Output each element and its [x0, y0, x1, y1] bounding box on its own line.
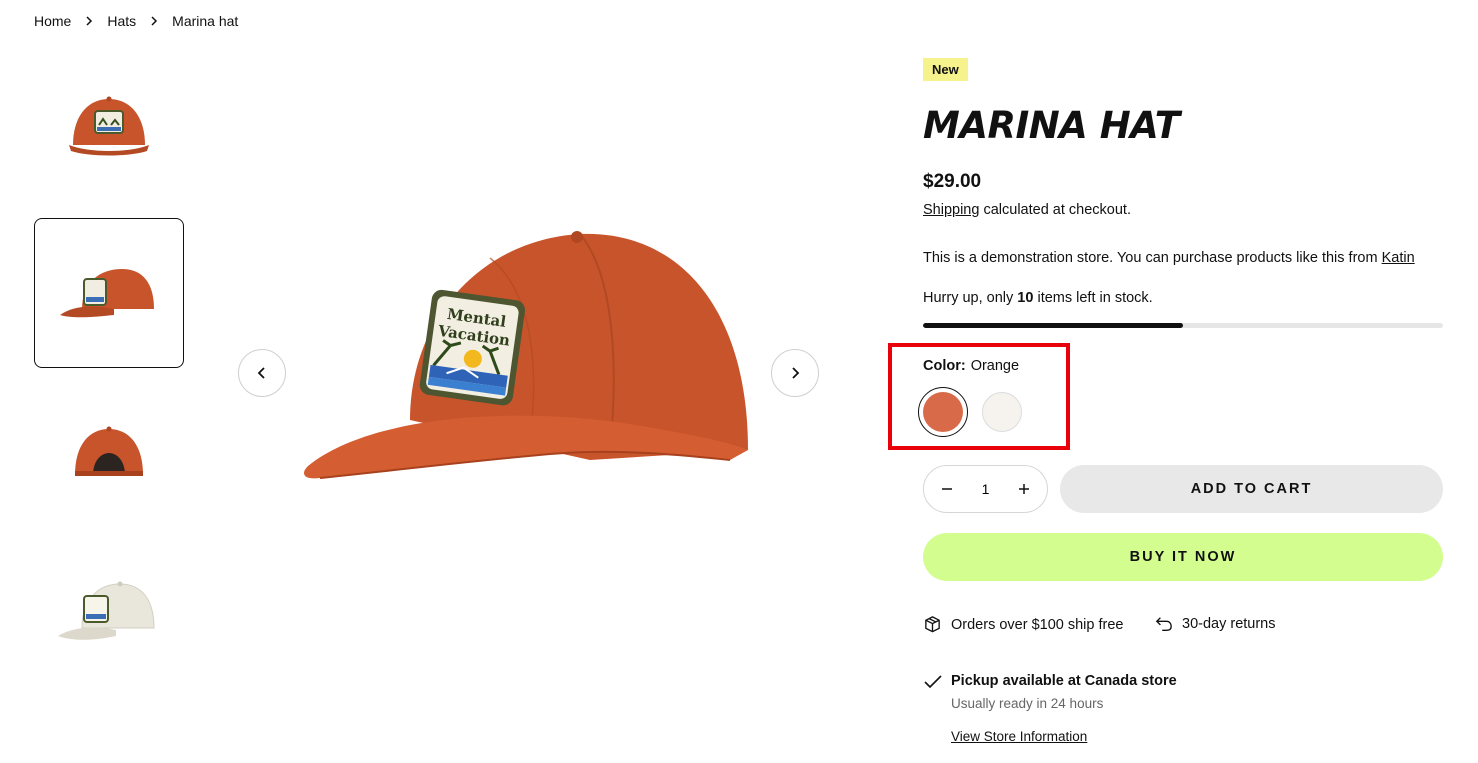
thumbnail-side-orange[interactable] [34, 218, 184, 368]
chevron-right-icon [71, 16, 107, 26]
stock-progress-fill [923, 323, 1183, 328]
shipping-link[interactable]: Shipping [923, 202, 979, 218]
quantity-decrease-button[interactable] [938, 480, 956, 498]
quantity-stepper [923, 465, 1048, 513]
product-description: This is a demonstration store. You can p… [923, 250, 1415, 266]
stock-suffix: items left in stock. [1033, 290, 1153, 306]
hat-image [58, 581, 155, 640]
description-text: This is a demonstration store. You can p… [923, 250, 1382, 266]
thumbnail-front-natural[interactable] [34, 535, 184, 685]
new-badge: New [923, 58, 968, 81]
product-price: $29.00 [923, 171, 982, 192]
add-to-cart-button[interactable]: ADD TO CART [1060, 465, 1443, 513]
chevron-right-icon [792, 367, 800, 379]
product-title: MARINA HAT [923, 104, 1180, 147]
color-option-label: Color: Orange [923, 358, 1019, 374]
stock-prefix: Hurry up, only [923, 290, 1018, 306]
breadcrumb-current: Marina hat [172, 13, 239, 29]
hat-image [60, 269, 154, 318]
stock-progress-bar [923, 323, 1443, 328]
view-store-information-link[interactable]: View Store Information [951, 729, 1087, 744]
katin-link[interactable]: Katin [1382, 250, 1415, 266]
shipping-note: Shipping calculated at checkout. [923, 202, 1131, 218]
swatch-natural-color [982, 392, 1022, 432]
stock-count: 10 [1017, 290, 1034, 306]
hat-image [75, 426, 143, 476]
chevron-right-icon [136, 16, 172, 26]
pickup-availability: Pickup available at Canada store [951, 673, 1177, 689]
plus-icon [1019, 484, 1029, 494]
thumbnail-front-orange[interactable] [34, 52, 184, 202]
pickup-ready-time: Usually ready in 24 hours [951, 696, 1104, 711]
box-icon [925, 616, 940, 633]
return-icon [1155, 617, 1172, 631]
perk-free-shipping-text: Orders over $100 ship free [951, 616, 1124, 633]
check-icon [924, 675, 942, 689]
swatch-natural[interactable] [977, 387, 1027, 437]
stock-message: Hurry up, only 10 items left in stock. [923, 290, 1153, 306]
perk-returns: 30-day returns [1155, 615, 1276, 633]
quantity-increase-button[interactable] [1015, 480, 1033, 498]
chevron-left-icon [257, 367, 265, 379]
breadcrumb-home[interactable]: Home [34, 13, 71, 29]
buy-now-button[interactable]: BUY IT NOW [923, 533, 1443, 581]
breadcrumb: Home Hats Marina hat [34, 13, 238, 29]
hat-image: Mental Vacation [304, 231, 748, 479]
perk-free-shipping: Orders over $100 ship free [923, 615, 1123, 634]
swatch-orange[interactable] [918, 387, 968, 437]
perk-returns-text: 30-day returns [1182, 616, 1276, 632]
shipping-text: calculated at checkout. [979, 202, 1131, 218]
color-value: Orange [970, 358, 1020, 374]
gallery-prev-button[interactable] [238, 349, 286, 397]
color-label: Color: [923, 358, 966, 374]
quantity-input[interactable] [970, 481, 1001, 497]
gallery-next-button[interactable] [771, 349, 819, 397]
minus-icon [942, 488, 952, 490]
hat-image [69, 96, 149, 156]
swatch-orange-color [923, 392, 963, 432]
product-main-image: Mental Vacation [290, 210, 770, 520]
breadcrumb-hats[interactable]: Hats [107, 13, 136, 29]
thumbnail-back-orange[interactable] [34, 380, 184, 530]
